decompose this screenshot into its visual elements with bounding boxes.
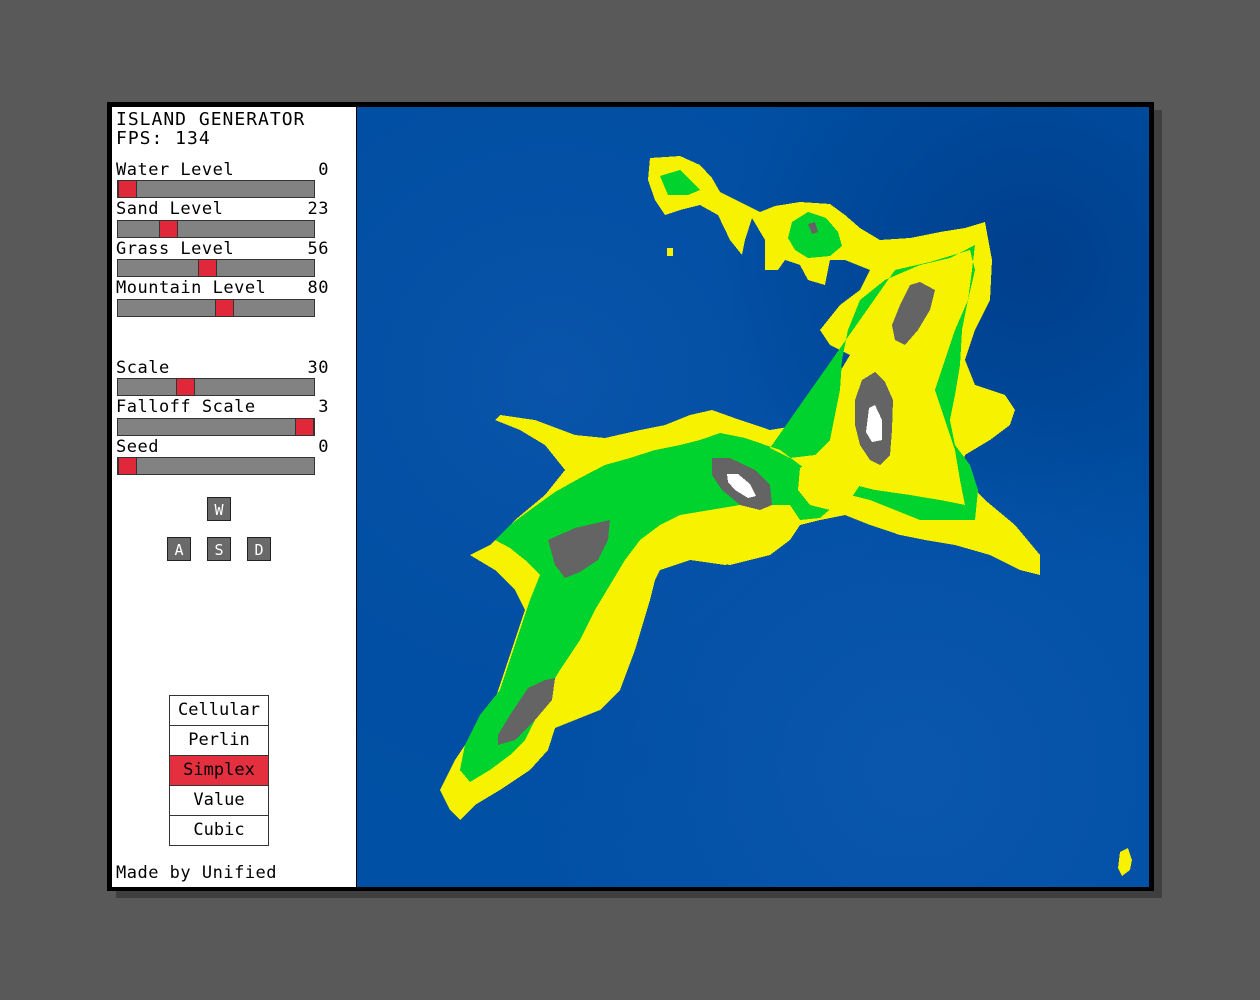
falloff-scale-label: Falloff Scale xyxy=(116,397,256,417)
key-a-button[interactable]: A xyxy=(167,537,191,561)
grass-level-label: Grass Level xyxy=(116,239,235,259)
seed-value: 0 xyxy=(318,437,329,457)
app-title: ISLAND GENERATOR xyxy=(116,109,306,130)
sand-level-label: Sand Level xyxy=(116,199,224,219)
noise-cubic-button[interactable]: Cubic xyxy=(170,816,268,845)
slider-knob[interactable] xyxy=(215,300,234,316)
noise-cellular-button[interactable]: Cellular xyxy=(170,696,268,726)
seed-slider[interactable] xyxy=(117,457,315,475)
island-map-canvas[interactable] xyxy=(357,107,1149,887)
slider-knob[interactable] xyxy=(118,181,137,197)
water-level-label: Water Level xyxy=(116,160,235,180)
seed-label: Seed xyxy=(116,437,159,457)
sand-level-value: 23 xyxy=(307,199,329,219)
fps-counter: FPS: 134 xyxy=(116,128,211,149)
mountain-level-value: 80 xyxy=(307,278,329,298)
noise-perlin-button[interactable]: Perlin xyxy=(170,726,268,756)
key-s-button[interactable]: S xyxy=(207,537,231,561)
control-panel: ISLAND GENERATOR FPS: 134 Water Level 0 … xyxy=(112,107,356,887)
water-level-value: 0 xyxy=(318,160,329,180)
slider-knob[interactable] xyxy=(118,458,137,474)
scale-value: 30 xyxy=(307,358,329,378)
scale-slider[interactable] xyxy=(117,378,315,396)
noise-type-selector: Cellular Perlin Simplex Value Cubic xyxy=(169,695,269,846)
sand-speck xyxy=(667,248,673,256)
water-level-slider[interactable] xyxy=(117,180,315,198)
falloff-scale-slider[interactable] xyxy=(117,418,315,436)
noise-simplex-button[interactable]: Simplex xyxy=(170,756,268,786)
key-w-button[interactable]: W xyxy=(207,497,231,521)
mountain-level-slider[interactable] xyxy=(117,299,315,317)
falloff-scale-value: 3 xyxy=(318,397,329,417)
slider-knob[interactable] xyxy=(176,379,195,395)
slider-knob[interactable] xyxy=(159,221,178,237)
grass-level-slider[interactable] xyxy=(117,259,315,277)
grass-level-value: 56 xyxy=(307,239,329,259)
slider-knob[interactable] xyxy=(198,260,217,276)
scale-label: Scale xyxy=(116,358,170,378)
noise-value-button[interactable]: Value xyxy=(170,786,268,816)
mountain-level-label: Mountain Level xyxy=(116,278,267,298)
credits-footer: Made by Unified xyxy=(116,863,278,883)
key-d-button[interactable]: D xyxy=(247,537,271,561)
sand-level-slider[interactable] xyxy=(117,220,315,238)
slider-knob[interactable] xyxy=(295,419,314,435)
